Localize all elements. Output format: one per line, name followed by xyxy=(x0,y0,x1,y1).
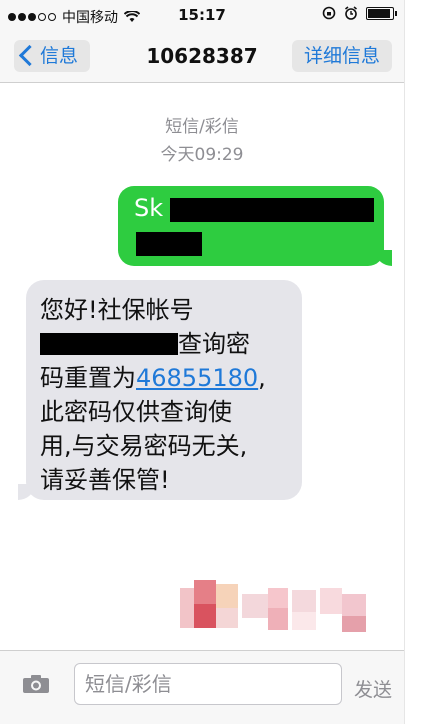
password-link[interactable]: 46855180 xyxy=(136,364,258,392)
message-line: 用,与交易密码无关, xyxy=(40,432,248,460)
details-button[interactable]: 详细信息 xyxy=(291,40,392,72)
sent-message-text: Sk xyxy=(134,194,164,222)
message-timestamp: 今天09:29 xyxy=(160,145,244,165)
pixelated-watermark xyxy=(180,580,380,636)
sent-message-bubble[interactable]: Sk xyxy=(118,186,392,266)
received-message-bubble[interactable]: 您好!社保帐号 查询密 码重置为46855180, 此密码仅供查询使 用,与交易… xyxy=(18,280,302,500)
message-input[interactable]: 短信/彩信 xyxy=(74,663,342,705)
bubble-tail xyxy=(18,484,34,500)
message-line-text: , xyxy=(258,364,266,392)
redaction-bar xyxy=(40,333,178,355)
message-line: 码重置为46855180, xyxy=(40,358,266,393)
message-line: 您好!社保帐号 xyxy=(40,296,194,324)
message-line-text: 码重置为 xyxy=(40,364,136,392)
send-button[interactable]: 发送 xyxy=(354,675,392,702)
navigation-bar: 信息 10628387 详细信息 xyxy=(0,30,404,83)
status-indicators xyxy=(322,6,397,20)
message-line: 此密码仅供查询使 xyxy=(40,398,232,426)
alarm-icon xyxy=(345,6,357,20)
camera-icon[interactable] xyxy=(22,674,50,694)
status-bar: 中国移动 15:17 xyxy=(0,0,404,30)
redaction-bar xyxy=(170,198,374,222)
bubble-tail xyxy=(376,250,392,266)
message-line: 查询密 xyxy=(40,324,250,359)
battery-icon xyxy=(366,6,397,20)
phone-screen: 中国移动 15:17 信息 10628387 详细信息 短信/彩信 今天09:2… xyxy=(0,0,404,724)
message-type-label: 短信/彩信 xyxy=(165,117,239,137)
message-line: 请妥善保管! xyxy=(40,466,170,494)
message-composer: 短信/彩信 发送 xyxy=(0,650,404,724)
orientation-lock-icon xyxy=(322,6,336,20)
redaction-bar xyxy=(136,232,202,256)
message-line-text: 查询密 xyxy=(178,330,250,358)
